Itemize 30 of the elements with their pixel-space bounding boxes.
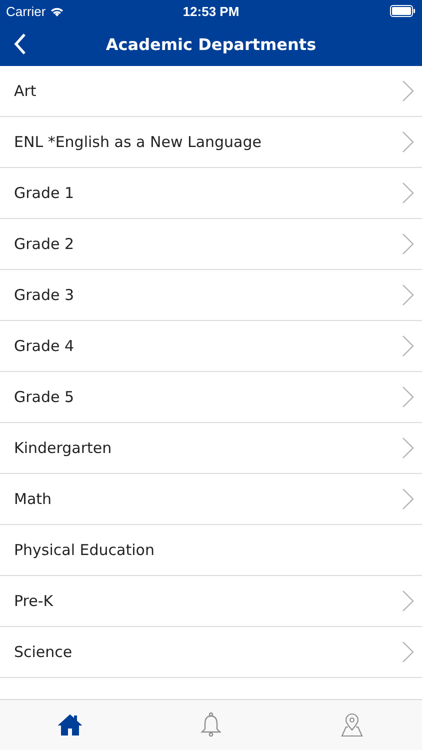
carrier-label: Carrier bbox=[6, 4, 46, 18]
department-row[interactable]: ENL *English as a New Language bbox=[0, 117, 422, 168]
department-row[interactable]: Grade 4 bbox=[0, 321, 422, 372]
department-row[interactable]: Science bbox=[0, 627, 422, 678]
battery-icon bbox=[390, 5, 416, 17]
department-name: Grade 1 bbox=[14, 184, 74, 202]
status-time: 12:53 PM bbox=[182, 4, 240, 18]
department-row[interactable]: Physical Education bbox=[0, 525, 422, 576]
page-title: Academic Departments bbox=[106, 34, 316, 54]
back-icon bbox=[14, 33, 26, 55]
department-name: Physical Education bbox=[14, 541, 154, 559]
department-row[interactable]: Grade 2 bbox=[0, 219, 422, 270]
department-row[interactable]: Kindergarten bbox=[0, 423, 422, 474]
department-row[interactable]: Grade 3 bbox=[0, 270, 422, 321]
department-name: Kindergarten bbox=[14, 439, 112, 457]
department-row[interactable]: Grade 1 bbox=[0, 168, 422, 219]
department-name: Grade 4 bbox=[14, 337, 74, 355]
department-name: ENL *English as a New Language bbox=[14, 133, 262, 151]
department-name: Grade 2 bbox=[14, 235, 74, 253]
wifi-icon bbox=[50, 6, 64, 16]
department-row[interactable]: Math bbox=[0, 474, 422, 525]
department-row[interactable]: Pre-K bbox=[0, 576, 422, 627]
department-name: Math bbox=[14, 490, 52, 508]
department-name: Grade 3 bbox=[14, 286, 74, 304]
department-name: Pre-K bbox=[14, 592, 54, 610]
department-name: Grade 5 bbox=[14, 388, 74, 406]
department-name: Art bbox=[14, 82, 36, 100]
department-row[interactable]: Grade 5 bbox=[0, 372, 422, 423]
department-row[interactable]: Art bbox=[0, 66, 422, 117]
department-name: Science bbox=[14, 643, 72, 661]
